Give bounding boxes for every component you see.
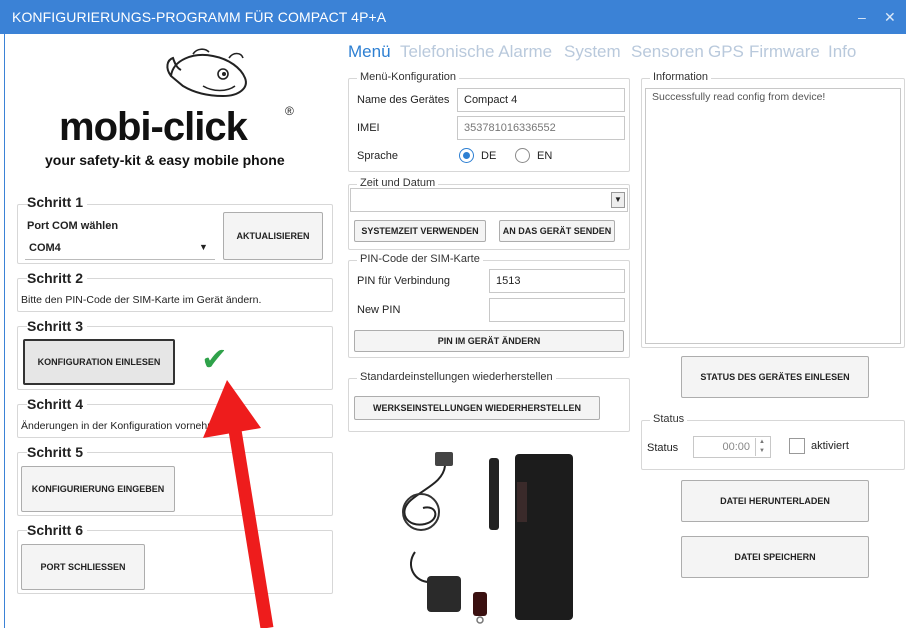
time-spinner-icon[interactable]: ▲ ▼: [755, 438, 768, 456]
pin-connection-field[interactable]: 1513: [489, 269, 625, 293]
title-bar: KONFIGURIERUNGS-PROGRAMM FÜR COMPACT 4P+…: [0, 0, 906, 34]
window-body: mobi-click ® your safety-kit & easy mobi…: [4, 34, 906, 628]
status-label: Status: [647, 442, 679, 454]
annotation-arrow-icon: [203, 380, 274, 628]
imei-label: IMEI: [357, 122, 380, 134]
save-file-button[interactable]: DATEI SPEICHERN: [681, 536, 869, 578]
pin-title: PIN-Code der SIM-Karte: [357, 253, 483, 265]
chevron-down-icon: ▼: [199, 242, 208, 252]
language-de-radio[interactable]: [459, 148, 474, 163]
step-1-title: Schritt 1: [27, 194, 88, 210]
close-port-button[interactable]: PORT SCHLIEßEN: [21, 544, 145, 590]
information-message: Successfully read config from device!: [652, 91, 826, 103]
imei-field: 353781016336552: [457, 116, 625, 140]
minimize-button[interactable]: –: [858, 0, 866, 34]
close-button[interactable]: ✕: [884, 0, 896, 34]
checkmark-icon: ✔: [201, 341, 228, 377]
step-3-title: Schritt 3: [27, 318, 88, 334]
port-select-value: COM4: [29, 242, 61, 254]
download-file-button[interactable]: DATEI HERUNTERLADEN: [681, 480, 869, 522]
device-name-label: Name des Gerätes: [357, 94, 450, 106]
read-config-button[interactable]: KONFIGURATION EINLESEN: [23, 339, 175, 385]
activated-checkbox[interactable]: [789, 438, 805, 454]
brand-tagline: your safety-kit & easy mobile phone: [45, 152, 285, 168]
configure-button[interactable]: KONFIGURIERUNG EINGEBEN: [21, 466, 175, 512]
information-title: Information: [650, 71, 712, 83]
new-pin-label: New PIN: [357, 304, 401, 316]
language-de-label: DE: [481, 150, 497, 162]
language-en-radio[interactable]: [515, 148, 530, 163]
logo: mobi-click ® your safety-kit & easy mobi…: [45, 46, 315, 176]
step-5-title: Schritt 5: [27, 444, 88, 460]
change-pin-button[interactable]: PIN IM GERÄT ÄNDERN: [354, 330, 624, 352]
tab-system[interactable]: System: [564, 42, 621, 62]
menu-config-title: Menü-Konfiguration: [357, 71, 460, 83]
step-2-text: Bitte den PIN-Code der SIM-Karte im Gerä…: [21, 294, 262, 306]
status-title: Status: [650, 413, 688, 425]
brand-name: mobi-click: [59, 105, 248, 149]
device-name-field[interactable]: Compact 4: [457, 88, 625, 112]
activated-label: aktiviert: [811, 440, 849, 452]
whale-logo-icon: [166, 48, 247, 98]
step-6-title: Schritt 6: [27, 522, 88, 538]
tab-telephone-alarms[interactable]: Telefonische Alarme: [400, 42, 552, 62]
device-product-image: [385, 442, 585, 628]
language-label: Sprache: [357, 150, 398, 162]
port-select[interactable]: COM4 ▼: [25, 238, 215, 260]
tab-firmware[interactable]: Firmware: [749, 42, 820, 62]
status-group: Status: [641, 413, 905, 470]
registered-mark: ®: [285, 104, 294, 118]
information-textarea[interactable]: Successfully read config from device!: [645, 88, 901, 344]
step-4-title: Schritt 4: [27, 396, 88, 412]
tab-info[interactable]: Info: [828, 42, 856, 62]
window-title: KONFIGURIERUNGS-PROGRAMM FÜR COMPACT 4P+…: [12, 9, 387, 25]
refresh-button[interactable]: AKTUALISIEREN: [223, 212, 323, 260]
tab-sensors[interactable]: Sensoren: [631, 42, 704, 62]
send-to-device-button[interactable]: AN DAS GERÄT SENDEN: [499, 220, 615, 242]
port-label: Port COM wählen: [27, 220, 119, 232]
use-system-time-button[interactable]: SYSTEMZEIT VERWENDEN: [354, 220, 486, 242]
tab-gps[interactable]: GPS: [708, 42, 744, 62]
new-pin-field[interactable]: [489, 298, 625, 322]
tab-menu[interactable]: Menü: [348, 42, 391, 62]
factory-reset-button[interactable]: WERKSEINSTELLUNGEN WIEDERHERSTELLEN: [354, 396, 600, 420]
language-en-label: EN: [537, 150, 553, 162]
device-accessories-icon: [402, 452, 573, 624]
calendar-dropdown-icon[interactable]: ▼: [611, 192, 625, 208]
read-device-status-button[interactable]: STATUS DES GERÄTES EINLESEN: [681, 356, 869, 398]
defaults-title: Standardeinstellungen wiederherstellen: [357, 371, 556, 383]
step-2-title: Schritt 2: [27, 270, 88, 286]
datetime-picker[interactable]: [350, 188, 628, 212]
status-time-value: 00:00: [722, 441, 750, 453]
pin-connection-label: PIN für Verbindung: [357, 275, 450, 287]
